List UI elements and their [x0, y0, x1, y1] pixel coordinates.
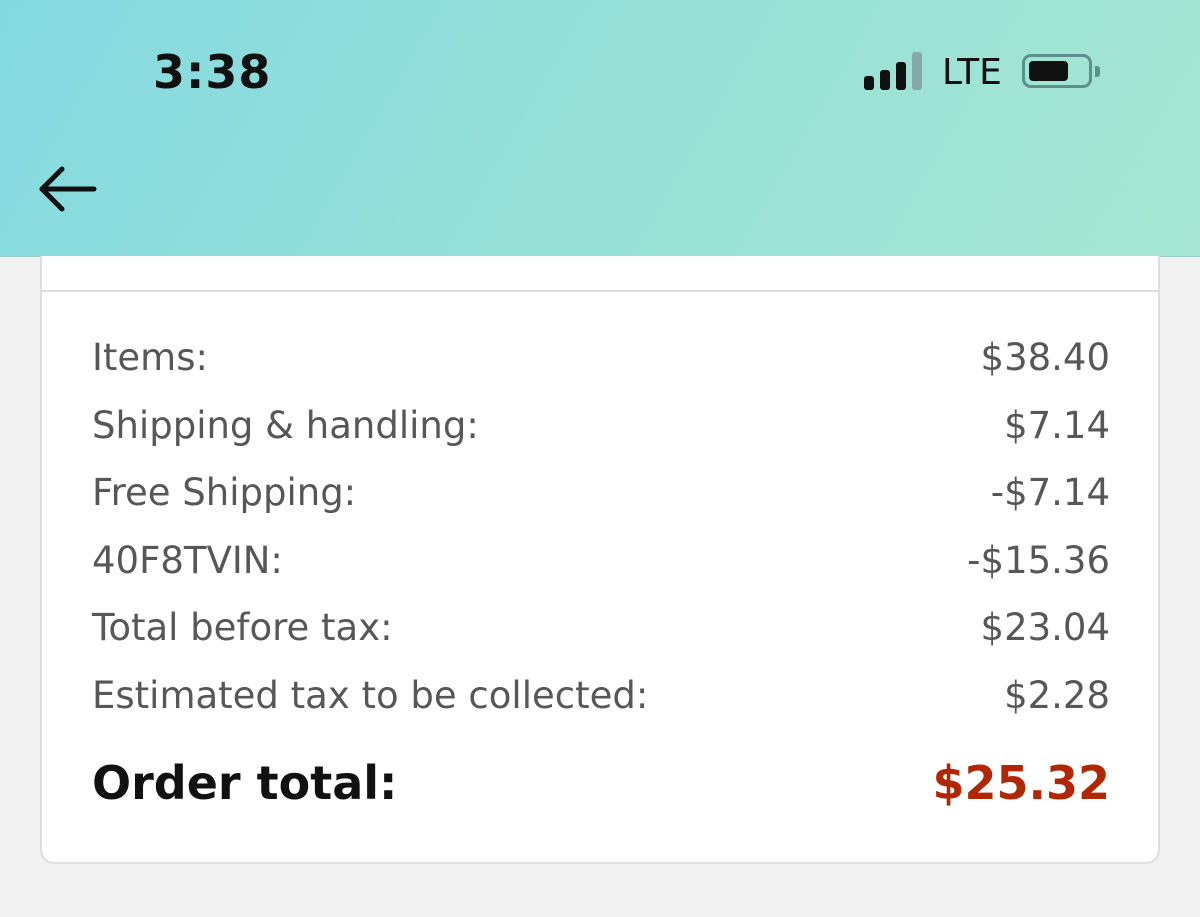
summary-row-label: Shipping & handling:	[92, 403, 479, 447]
battery-icon	[1022, 54, 1100, 88]
summary-row-value: $38.40	[980, 336, 1110, 380]
signal-bar	[864, 76, 874, 90]
summary-row-value: $23.04	[980, 606, 1110, 650]
order-summary-card: Items: $38.40 Shipping & handling: $7.14…	[40, 256, 1160, 864]
summary-row-value: $7.14	[1004, 403, 1110, 447]
summary-row-tax: Estimated tax to be collected: $2.28	[92, 662, 1110, 730]
battery-fill	[1029, 61, 1068, 81]
app-header: 3:38 LTE	[0, 0, 1200, 257]
summary-row-value: -$15.36	[967, 538, 1110, 582]
summary-row-promo: 40F8TVIN: -$15.36	[92, 527, 1110, 595]
summary-row-label: Free Shipping:	[92, 471, 357, 515]
summary-row-free-shipping: Free Shipping: -$7.14	[92, 459, 1110, 527]
signal-bar	[896, 62, 906, 90]
network-type: LTE	[942, 52, 1002, 93]
summary-row-label: Total before tax:	[92, 606, 393, 650]
status-time: 3:38	[153, 45, 272, 99]
summary-row-items: Items: $38.40	[92, 324, 1110, 392]
summary-row-label: Items:	[92, 336, 208, 380]
summary-row-label: Estimated tax to be collected:	[92, 673, 649, 717]
summary-row-value: -$7.14	[990, 471, 1110, 515]
signal-bar	[912, 52, 922, 90]
signal-bar	[880, 70, 890, 90]
back-button[interactable]	[30, 158, 106, 220]
order-total-label: Order total:	[92, 756, 398, 810]
summary-row-total-before-tax: Total before tax: $23.04	[92, 594, 1110, 662]
order-total-row: Order total: $25.32	[92, 748, 1110, 818]
order-total-value: $25.32	[932, 756, 1110, 810]
divider	[42, 290, 1158, 292]
arrow-left-icon	[39, 166, 97, 212]
signal-strength-icon	[864, 52, 928, 90]
summary-row-value: $2.28	[1004, 673, 1110, 717]
order-summary-rows: Items: $38.40 Shipping & handling: $7.14…	[92, 324, 1110, 729]
summary-row-label: 40F8TVIN:	[92, 538, 283, 582]
summary-row-shipping: Shipping & handling: $7.14	[92, 392, 1110, 460]
